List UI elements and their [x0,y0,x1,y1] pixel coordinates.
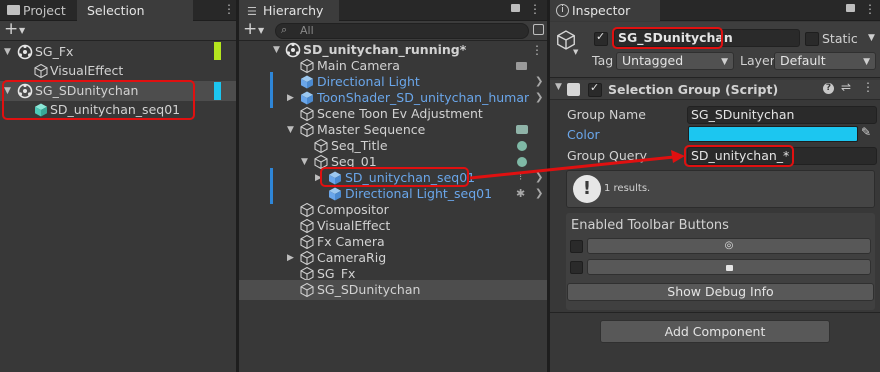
checkmark-icon: ✓ [596,30,606,43]
tab-selection-groups[interactable]: Selection Groups [77,0,193,39]
show-debug-info-button[interactable]: Show Debug Info [567,283,874,301]
layer-dropdown[interactable]: Default ▼ [774,52,876,70]
active-checkbox[interactable]: ✓ [594,30,608,46]
info-icon: i [556,4,569,17]
group-name-label: Group Name [567,107,646,122]
eyedropper-icon[interactable]: ✎ [861,125,871,139]
sequence-icon [517,141,527,151]
group-member-label: VisualEffect [50,63,124,78]
group-item-sg-fx[interactable]: ▼ SG_Fx [0,42,236,62]
toolbar-visibility-button[interactable]: ◎ [587,238,871,254]
more-options-icon[interactable]: ⋮ [223,2,235,16]
folder-icon [7,5,20,15]
toolbar-button-checkbox[interactable] [570,240,583,253]
static-checkbox[interactable] [805,32,819,46]
inspector-tabbar: i Inspector ⋮ [550,0,880,21]
tag-label: Tag [592,53,614,68]
hierarchy-toolbar: + ▼ ⌕ All [239,19,547,41]
expand-arrow-icon[interactable]: ▼ [555,82,562,92]
hierarchy-tabbar: ☰ Hierarchy ⋮ [239,0,547,21]
tab-project-label: Project [23,3,66,18]
lock-icon[interactable] [511,4,520,12]
group-item-label: SG_Fx [35,44,74,59]
more-options-icon[interactable]: ⋮ [864,2,876,16]
chevron-down-icon[interactable]: ▼ [19,26,25,35]
highlight-box-object-name [612,27,723,49]
group-name-field[interactable]: SG_SDunitychan [687,106,877,124]
tag-value: Untagged [622,53,684,68]
selection-groups-panel: Project Selection Groups ⋮ + ▼ ▼ SG_Fx V… [0,0,236,372]
inspector-divider [550,312,880,313]
layer-label: Layer [740,53,775,68]
tag-dropdown[interactable]: Untagged ▼ [616,52,734,70]
group-member-visualeffect[interactable]: VisualEffect [0,61,236,81]
gameobject-outline-icon [34,63,48,79]
color-label: Color [567,127,600,142]
enabled-toolbar-label: Enabled Toolbar Buttons [571,218,729,233]
chevron-down-icon: ▼ [863,57,870,67]
gameobject-icon [300,282,314,298]
warning-icon: ! [573,175,601,203]
highlight-box-hierarchy-item [320,167,469,187]
group-color-swatch [214,42,221,60]
icon-dropdown-arrow[interactable]: ▼ [573,48,578,56]
chevron-down-icon: ▼ [721,57,728,67]
chevron-down-icon[interactable]: ▼ [868,33,875,43]
add-object-button[interactable]: + [243,19,257,39]
hierarchy-item-selected[interactable]: SG_SDunitychan [239,280,547,300]
more-options-icon[interactable]: ⋮ [862,80,874,94]
tab-project[interactable]: Project [0,0,77,21]
search-icon: ⌕ [281,23,288,36]
search-placeholder: All [300,24,314,37]
help-icon[interactable]: ? [823,83,834,94]
color-field[interactable] [688,126,858,142]
expand-arrow-icon[interactable]: ▼ [4,42,11,62]
tab-inspector[interactable]: i Inspector [550,0,660,21]
search-options-icon[interactable] [533,24,544,35]
selection-groups-tabbar: Project Selection Groups ⋮ [0,0,236,39]
sequence-icon [516,125,528,134]
toolbar-lock-button[interactable] [587,259,871,275]
more-options-icon[interactable]: ⋮ [529,2,541,16]
component-title: Selection Group (Script) [608,82,779,97]
toolbar-button-checkbox[interactable] [570,261,583,274]
tab-inspector-label: Inspector [572,3,631,18]
eye-icon: ◎ [724,240,734,251]
inspector-panel: i Inspector ⋮ ▼ ✓ SG_SDunitychan Static … [550,0,880,372]
enabled-toolbar-section: Enabled Toolbar Buttons ◎ Show Debug Inf… [566,213,875,310]
hierarchy-panel: ☰ Hierarchy ⋮ + ▼ ⌕ All ▼ SD_unitychan_r… [239,0,547,372]
lock-icon [725,265,733,271]
add-group-button[interactable]: + [4,19,18,39]
group-query-label: Group Query [567,148,648,163]
unity-prefab-icon [17,44,33,60]
hierarchy-item-label: SG_SDunitychan [317,282,421,297]
script-icon [567,83,580,96]
preset-icon[interactable]: ⇌ [841,80,851,94]
highlight-box-selection-group [2,80,195,120]
results-text: 1 results. [604,183,651,194]
selection-groups-toolbar: + ▼ [0,19,236,41]
sequence-icon [517,157,527,167]
component-header[interactable]: ▼ ✓ Selection Group (Script) ? ⇌ ⋮ [550,80,880,100]
tab-hierarchy[interactable]: ☰ Hierarchy [239,0,339,21]
hierarchy-search-input[interactable]: ⌕ All [275,23,529,39]
chevron-down-icon[interactable]: ▼ [258,26,264,35]
tab-hierarchy-label: Hierarchy [263,3,324,18]
highlight-box-group-query [684,145,794,167]
layer-value: Default [780,53,826,68]
add-component-button[interactable]: Add Component [600,320,830,343]
group-color-swatch [214,82,221,100]
checkmark-icon: ✓ [590,81,600,94]
static-label: Static [822,31,858,46]
camera-icon [516,62,527,70]
results-helpbox: ! 1 results. [566,170,875,208]
lock-icon[interactable] [846,4,855,12]
component-enabled-checkbox[interactable]: ✓ [588,81,602,97]
